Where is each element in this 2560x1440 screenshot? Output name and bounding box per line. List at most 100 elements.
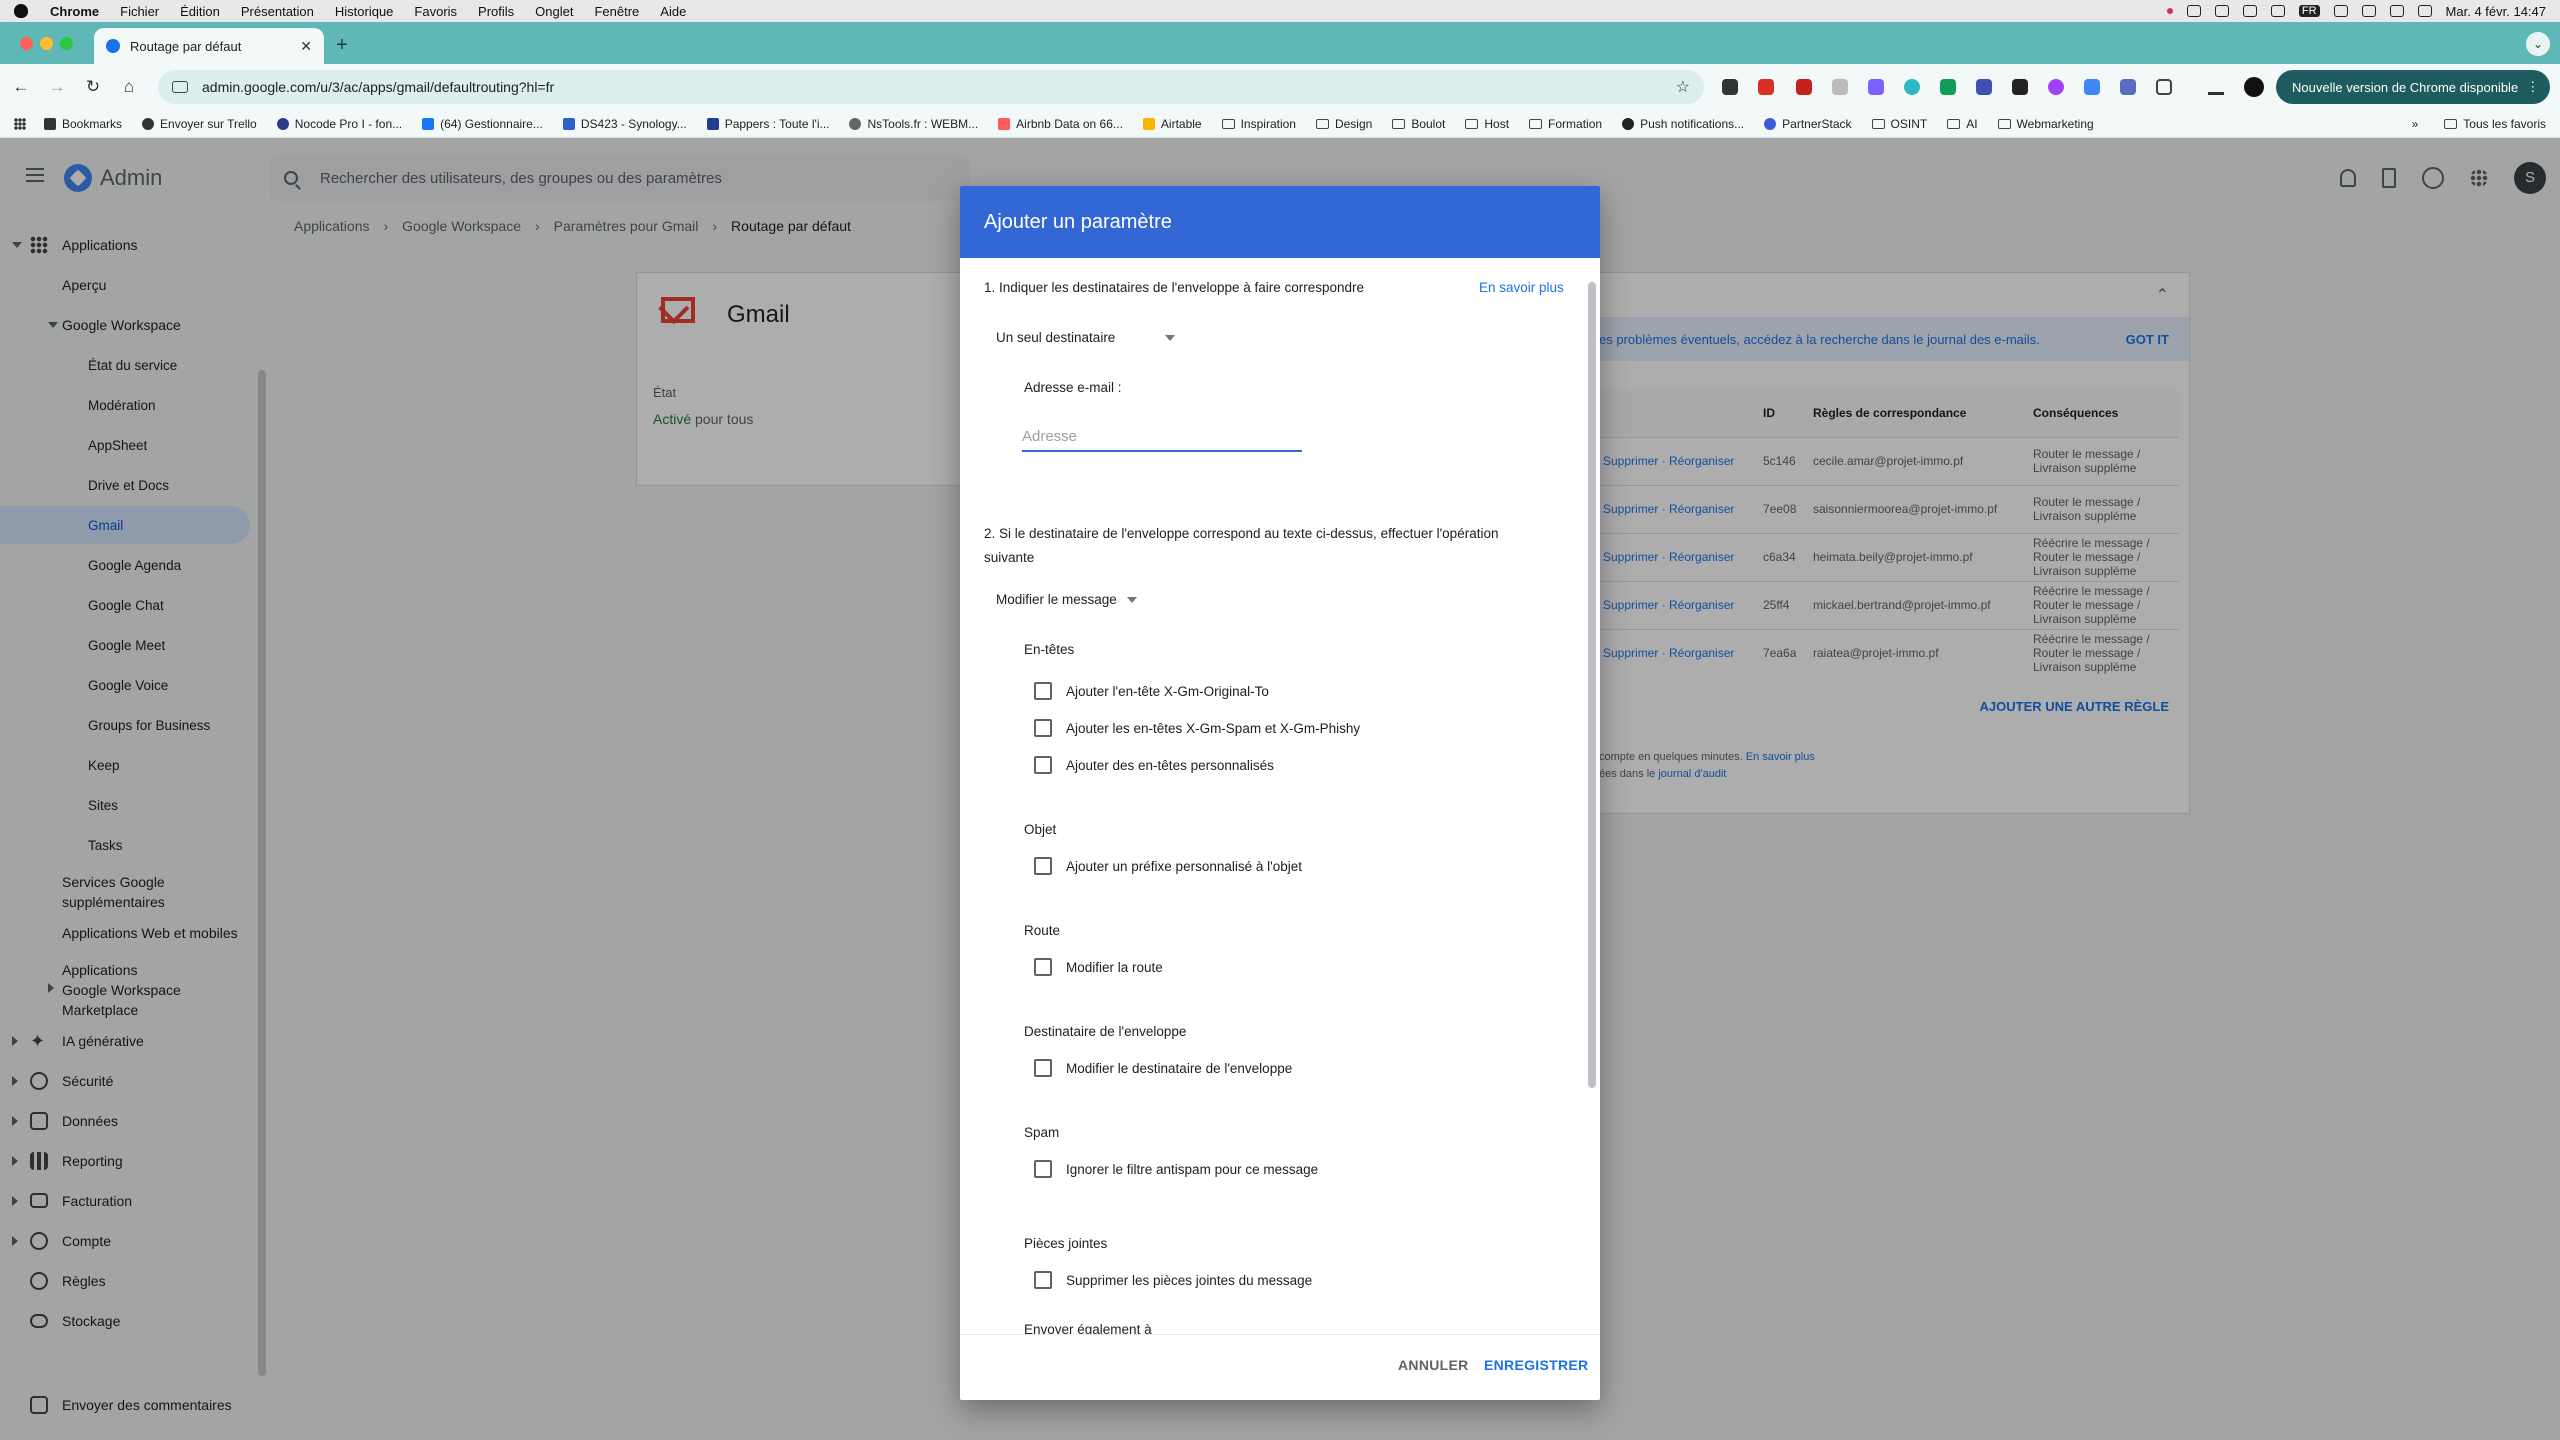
recipient-mode-select[interactable]: Un seul destinataire (996, 330, 1176, 345)
extension-5-icon[interactable] (1868, 79, 1884, 95)
close-window-icon[interactable] (20, 37, 33, 50)
checkbox[interactable] (1034, 682, 1052, 700)
tab-search-icon[interactable]: ⌄ (2526, 32, 2550, 56)
bookmark-item[interactable]: (64) Gestionnaire... (422, 117, 543, 131)
bookmark-folder[interactable]: Boulot (1392, 117, 1445, 131)
zoom-window-icon[interactable] (60, 37, 73, 50)
minimize-window-icon[interactable] (40, 37, 53, 50)
download-icon[interactable] (2208, 79, 2224, 95)
address-bar[interactable]: admin.google.com/u/3/ac/apps/gmail/defau… (158, 70, 1704, 104)
operation-select[interactable]: Modifier le message (996, 592, 1137, 607)
bookmark-folder[interactable]: Design (1315, 117, 1372, 131)
checkbox-subject-prefix[interactable]: Ajouter un préfixe personnalisé à l'obje… (1034, 857, 1302, 875)
bookmark-item[interactable]: Airbnb Data on 66... (998, 117, 1123, 131)
checkbox-change-route[interactable]: Modifier la route (1034, 958, 1163, 976)
tab-routage[interactable]: Routage par défaut ✕ (94, 28, 324, 64)
extension-10-icon[interactable] (2048, 79, 2064, 95)
apple-icon[interactable] (14, 4, 28, 18)
checkbox[interactable] (1034, 1059, 1052, 1077)
bookmark-folder[interactable]: Host (1465, 117, 1509, 131)
extension-12-icon[interactable] (2120, 79, 2136, 95)
checkbox[interactable] (1034, 756, 1052, 774)
wifi-icon[interactable] (2333, 5, 2348, 17)
menu-onglet[interactable]: Onglet (535, 4, 573, 19)
email-address-input[interactable] (1022, 422, 1302, 452)
extension-1-icon[interactable] (1722, 79, 1738, 95)
bookmark-folder[interactable]: OSINT (1871, 117, 1927, 131)
extension-4-icon[interactable] (1832, 79, 1848, 95)
menu-historique[interactable]: Historique (335, 4, 394, 19)
menu-app[interactable]: Chrome (50, 4, 99, 19)
more-bookmarks-chevron[interactable]: » (2412, 117, 2419, 131)
bookmark-item[interactable]: Pappers : Toute l'i... (706, 117, 829, 131)
bookmark-folder[interactable]: Inspiration (1221, 117, 1296, 131)
drive-status-icon[interactable] (2186, 5, 2201, 17)
menu-presentation[interactable]: Présentation (241, 4, 314, 19)
profile-icon[interactable] (2244, 77, 2264, 97)
checkbox-bypass-spam[interactable]: Ignorer le filtre antispam pour ce messa… (1034, 1160, 1318, 1178)
checkbox[interactable] (1034, 958, 1052, 976)
bookmark-item[interactable]: Airtable (1142, 117, 1202, 131)
home-icon[interactable]: ⌂ (114, 77, 144, 97)
extension-3-icon[interactable] (1796, 79, 1812, 95)
back-icon[interactable]: ← (6, 77, 36, 97)
checkbox-remove-attachments[interactable]: Supprimer les pièces jointes du message (1034, 1271, 1312, 1289)
bookmark-label: NsTools.fr : WEBM... (867, 116, 979, 131)
shield-status-icon[interactable] (2270, 5, 2285, 17)
checkbox-label: Ignorer le filtre antispam pour ce messa… (1066, 1161, 1319, 1177)
site-info-icon[interactable] (172, 81, 188, 93)
learn-more-link[interactable]: En savoir plus (1479, 280, 1564, 295)
checkbox[interactable] (1034, 1271, 1052, 1289)
bookmark-item[interactable]: Nocode Pro I - fon... (276, 117, 402, 131)
bookmark-item[interactable]: Push notifications... (1622, 117, 1744, 131)
bookmark-item[interactable]: PartnerStack (1764, 117, 1852, 131)
menu-fenetre[interactable]: Fenêtre (594, 4, 639, 19)
close-tab-icon[interactable]: ✕ (300, 38, 312, 55)
more-menu-icon[interactable]: ⋮ (2526, 79, 2539, 95)
bookmark-item[interactable]: NsTools.fr : WEBM... (849, 117, 978, 131)
apps-grid-icon[interactable] (14, 117, 26, 130)
extension-11-icon[interactable] (2084, 79, 2100, 95)
bookmark-folder[interactable]: Formation (1529, 117, 1602, 131)
extension-7-icon[interactable] (1940, 79, 1956, 95)
menu-aide[interactable]: Aide (660, 4, 686, 19)
cancel-button[interactable]: ANNULER (1398, 1357, 1469, 1373)
menu-profils[interactable]: Profils (478, 4, 514, 19)
bookmark-item[interactable]: Envoyer sur Trello (142, 117, 257, 131)
cloud-status-icon[interactable] (2242, 5, 2257, 17)
menu-favoris[interactable]: Favoris (414, 4, 457, 19)
bookmark-item[interactable]: Bookmarks (44, 117, 122, 131)
save-button[interactable]: ENREGISTRER (1484, 1357, 1588, 1373)
extension-6-icon[interactable] (1904, 79, 1920, 95)
bookmark-item[interactable]: DS423 - Synology... (562, 117, 687, 131)
url-text[interactable]: admin.google.com/u/3/ac/apps/gmail/defau… (202, 79, 554, 95)
checkbox[interactable] (1034, 857, 1052, 875)
extension-2-icon[interactable] (1758, 79, 1774, 95)
battery-icon[interactable] (2361, 5, 2376, 17)
extensions-puzzle-icon[interactable] (2156, 79, 2172, 95)
all-bookmarks[interactable]: Tous les favoris (2463, 117, 2546, 131)
control-center-icon[interactable] (2417, 5, 2432, 17)
reload-icon[interactable]: ↻ (78, 77, 108, 97)
extension-9-icon[interactable] (2012, 79, 2028, 95)
new-tab-icon[interactable]: + (336, 34, 348, 57)
bookmark-folder[interactable]: Webmarketing (1997, 117, 2094, 131)
bookmark-folder[interactable]: AI (1947, 117, 1978, 131)
extension-8-icon[interactable] (1976, 79, 1992, 95)
dialog-scrollbar[interactable] (1588, 282, 1596, 1088)
menu-edition[interactable]: Édition (180, 4, 220, 19)
bookmark-star-icon[interactable]: ☆ (1676, 77, 1690, 97)
input-language[interactable]: FR (2298, 5, 2320, 17)
checkbox-spam-phishy[interactable]: Ajouter les en-têtes X-Gm-Spam et X-Gm-P… (1034, 719, 1360, 737)
forward-icon[interactable]: → (42, 77, 72, 97)
menubar-clock[interactable]: Mar. 4 févr. 14:47 (2446, 4, 2546, 19)
checkbox-change-recipient[interactable]: Modifier le destinataire de l'enveloppe (1034, 1059, 1292, 1077)
checkbox[interactable] (1034, 1160, 1052, 1178)
checkbox[interactable] (1034, 719, 1052, 737)
menu-fichier[interactable]: Fichier (120, 4, 159, 19)
volume-icon[interactable] (2389, 5, 2404, 17)
chrome-update-button[interactable]: Nouvelle version de Chrome disponible ⋮ (2276, 70, 2550, 104)
checkbox-custom-headers[interactable]: Ajouter des en-têtes personnalisés (1034, 756, 1274, 774)
edit-status-icon[interactable] (2214, 5, 2229, 17)
checkbox-original-to[interactable]: Ajouter l'en-tête X-Gm-Original-To (1034, 682, 1269, 700)
